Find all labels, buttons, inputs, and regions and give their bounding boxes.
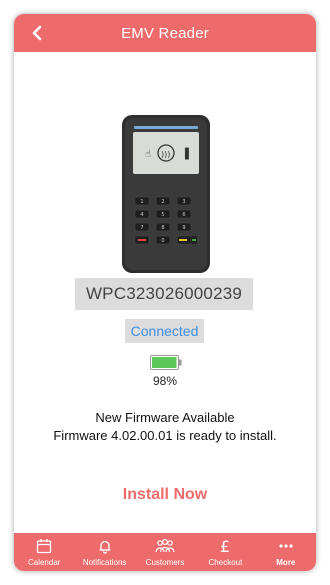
svg-text:1: 1 [140, 199, 143, 205]
calendar-icon [33, 537, 55, 555]
tab-label: Notifications [82, 558, 127, 567]
tab-notifications[interactable]: Notifications [74, 533, 134, 571]
tab-more[interactable]: More [256, 533, 316, 571]
connection-status: Connected [125, 319, 204, 343]
more-icon [275, 537, 297, 555]
battery-percentage: 98% [152, 374, 178, 388]
tab-calendar[interactable]: Calendar [14, 533, 74, 571]
svg-text:9: 9 [182, 225, 185, 231]
firmware-message: Firmware 4.02.00.01 is ready to install. [53, 428, 277, 443]
svg-text:▐: ▐ [181, 147, 189, 160]
tab-checkout[interactable]: £ Checkout [195, 533, 255, 571]
app-frame: EMV Reader ☝ ))) ▐ 1 2 3 4 5 6 7 8 9 0 WPC3230… [14, 14, 316, 571]
tab-customers[interactable]: Customers [135, 533, 195, 571]
svg-text:0: 0 [161, 238, 164, 244]
svg-text:3: 3 [182, 199, 185, 205]
header-bar: EMV Reader [14, 14, 316, 52]
svg-text:4: 4 [140, 212, 143, 218]
bottom-tab-bar: Calendar Notifications Customers £ Check… [14, 533, 316, 571]
firmware-title: New Firmware Available [95, 410, 235, 425]
tab-label: Calendar [27, 558, 61, 567]
back-button[interactable] [24, 20, 50, 46]
card-reader-image: ☝ ))) ▐ 1 2 3 4 5 6 7 8 9 0 [122, 115, 210, 273]
people-icon [154, 537, 176, 555]
svg-text:£: £ [220, 538, 230, 554]
chevron-left-icon [32, 25, 42, 41]
tab-label: Customers [145, 558, 185, 567]
battery-icon [150, 355, 182, 370]
svg-text:5: 5 [161, 212, 164, 218]
svg-text:7: 7 [140, 225, 143, 231]
svg-text:2: 2 [161, 199, 164, 205]
pound-icon: £ [214, 537, 236, 555]
tab-label: More [276, 558, 296, 567]
svg-text:8: 8 [161, 225, 164, 231]
svg-text:))): ))) [161, 150, 170, 159]
svg-text:6: 6 [182, 212, 185, 218]
tab-label: Checkout [208, 558, 243, 567]
page-title: EMV Reader [121, 24, 209, 42]
svg-text:☝: ☝ [145, 149, 151, 160]
install-now-button[interactable]: Install Now [14, 486, 316, 504]
bell-icon [94, 537, 116, 555]
device-serial-number: WPC323026000239 [75, 278, 253, 310]
